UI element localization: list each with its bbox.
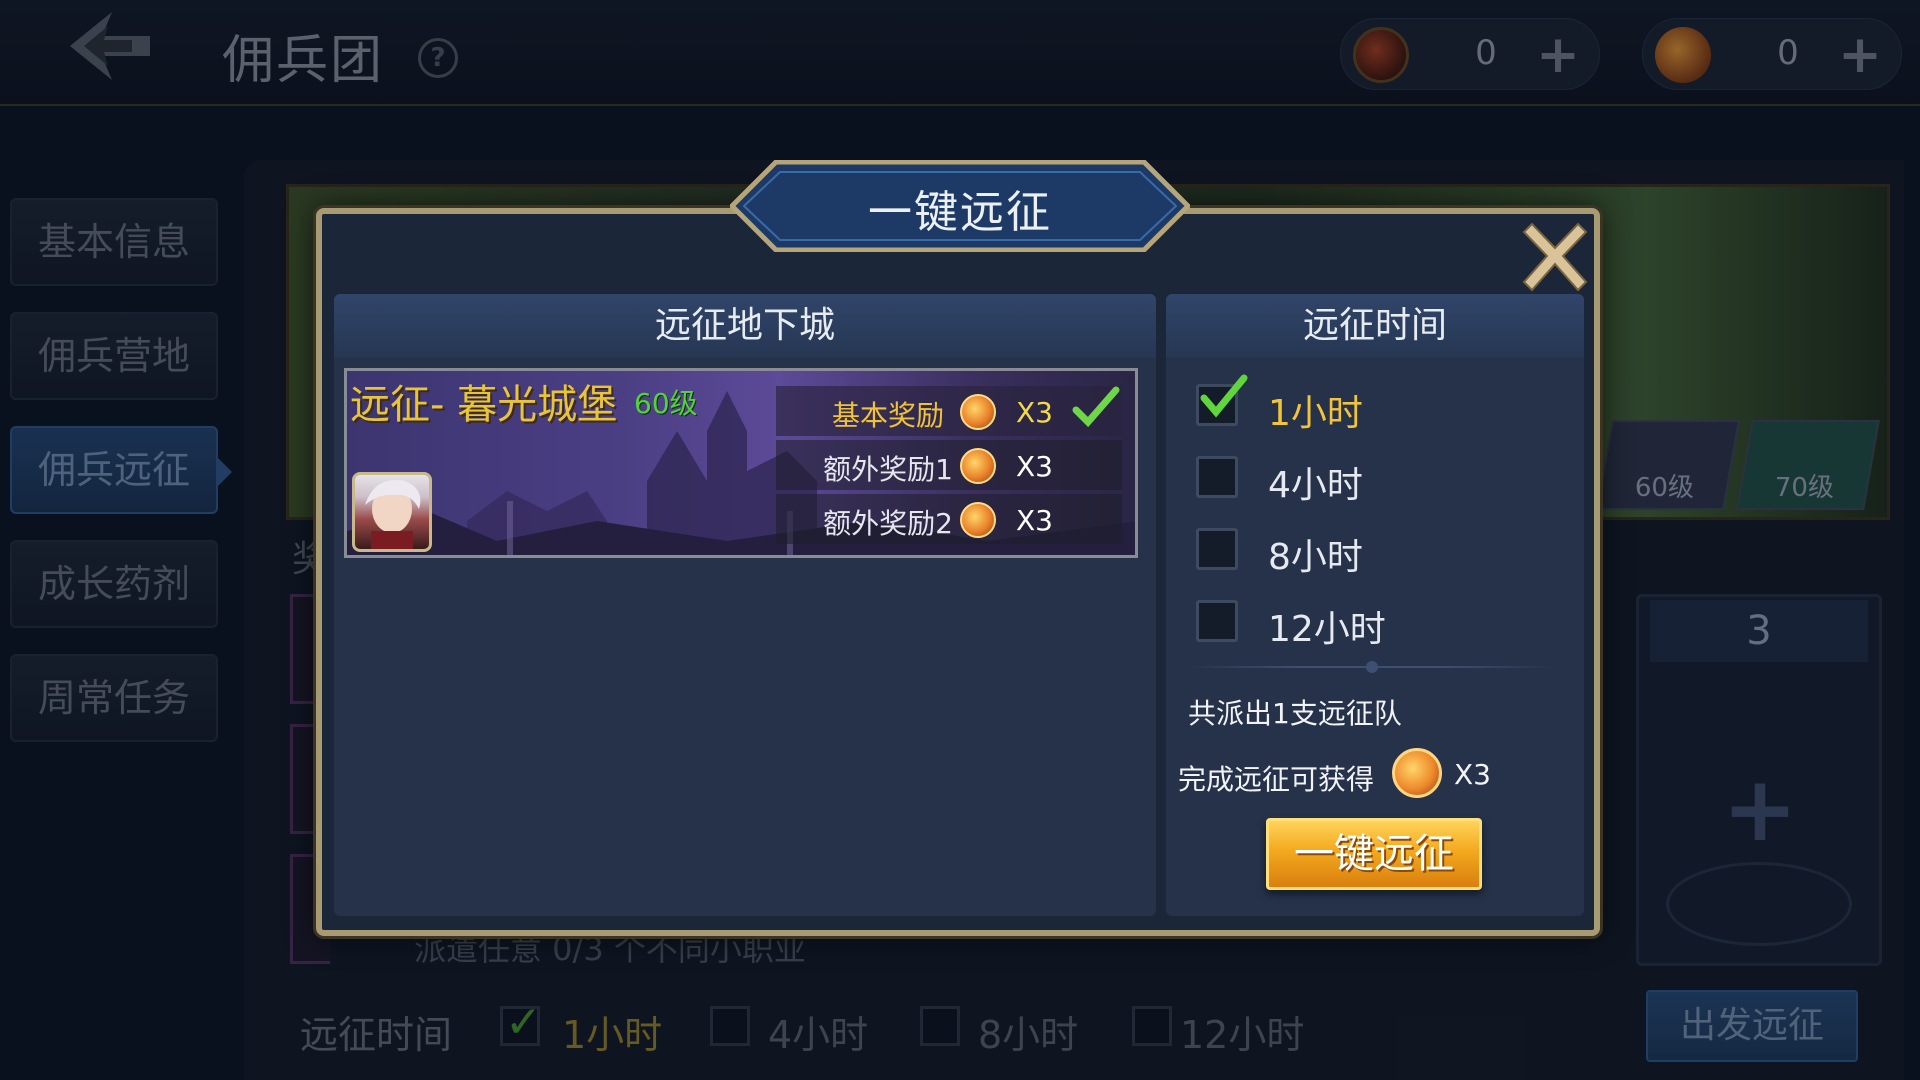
checkmark-icon: [1200, 374, 1248, 418]
time-option-4h[interactable]: 4小时: [1196, 452, 1526, 506]
one-click-expedition-button[interactable]: 一键远征: [1266, 818, 1482, 890]
reward-qty: X3: [1016, 450, 1053, 483]
reward-label: 额外奖励2: [823, 507, 953, 540]
reward-label: 基本奖励: [831, 399, 944, 432]
hero-portrait: [352, 472, 432, 552]
dungeon-level: 60级: [634, 387, 698, 420]
time-column-header: 远征时间: [1166, 294, 1584, 358]
amber-gem-icon: [960, 394, 996, 430]
time-option-label: 1小时: [1268, 393, 1363, 434]
dungeon-name: 远征- 暮光城堡: [350, 382, 618, 428]
time-option-1h[interactable]: 1小时: [1196, 374, 1526, 434]
reward-row: 额外奖励1 X3: [776, 440, 1122, 490]
time-option-label: 12小时: [1268, 609, 1386, 650]
reward-label: 额外奖励1: [823, 453, 953, 486]
reward-summary-label: 完成远征可获得: [1178, 763, 1375, 796]
amber-gem-icon: [1392, 748, 1442, 798]
team-count-text: 共派出1支远征队: [1188, 697, 1402, 730]
dungeon-column-header: 远征地下城: [334, 294, 1156, 358]
amber-gem-icon: [960, 502, 996, 538]
reward-qty: X3: [1016, 396, 1053, 429]
time-option-label: 4小时: [1268, 465, 1363, 506]
reward-qty: X3: [1016, 504, 1053, 537]
time-checkbox[interactable]: [1196, 600, 1238, 642]
time-option-label: 8小时: [1268, 537, 1363, 578]
divider-dot: [1366, 661, 1378, 673]
reward-summary-qty: X3: [1454, 758, 1491, 791]
dialog-title: 一键远征: [868, 187, 1052, 238]
close-icon[interactable]: [1520, 222, 1590, 292]
time-checkbox[interactable]: [1196, 456, 1238, 498]
reward-row: 额外奖励2 X3: [776, 494, 1122, 544]
time-checkbox[interactable]: [1196, 528, 1238, 570]
time-option-8h[interactable]: 8小时: [1196, 524, 1526, 578]
reward-row: 基本奖励 X3: [776, 386, 1122, 436]
checkmark-icon: [1072, 386, 1120, 428]
amber-gem-icon: [960, 448, 996, 484]
time-option-12h[interactable]: 12小时: [1196, 596, 1526, 650]
